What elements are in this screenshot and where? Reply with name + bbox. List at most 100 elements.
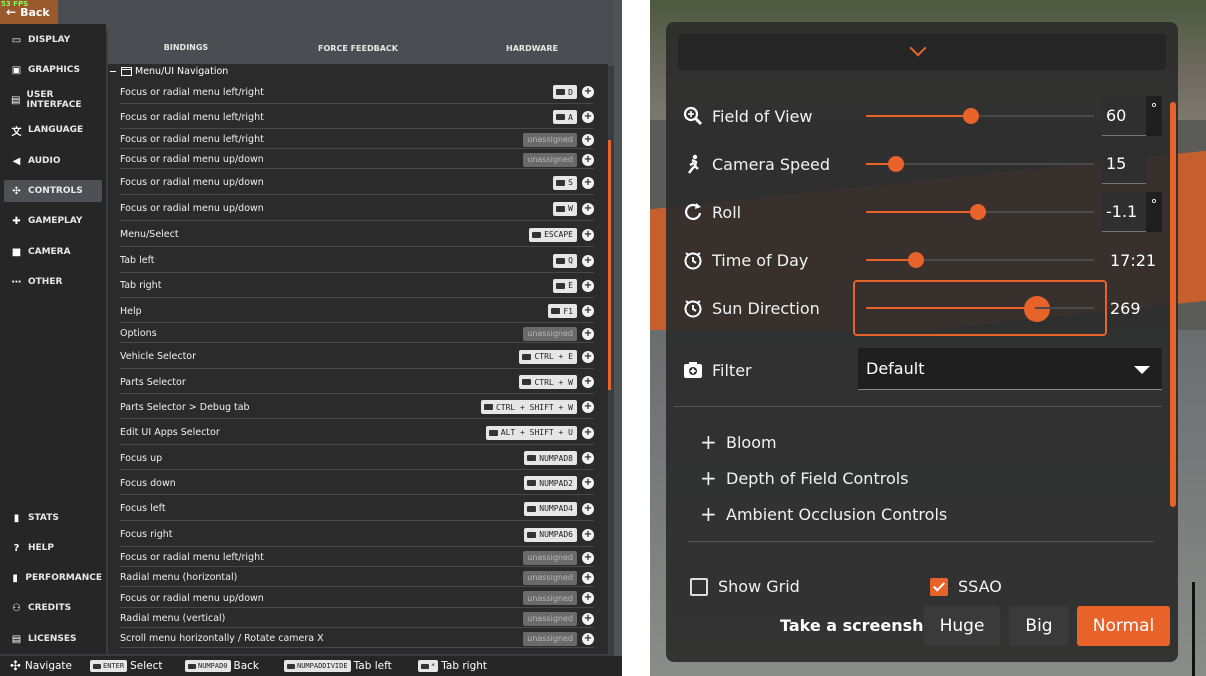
screenshot-normal-button[interactable]: Normal bbox=[1077, 606, 1170, 646]
binding-row[interactable]: Tab left Q + bbox=[120, 249, 594, 273]
add-binding-button[interactable]: + bbox=[582, 502, 594, 515]
roll-value-input[interactable]: -1.1 bbox=[1102, 192, 1146, 232]
tab-hardware[interactable]: HARDWARE bbox=[454, 30, 610, 66]
show-grid-checkbox[interactable] bbox=[690, 578, 708, 596]
sidebar-item-gameplay[interactable]: ✚ GAMEPLAY bbox=[4, 210, 102, 232]
add-binding-button[interactable]: + bbox=[582, 452, 594, 464]
time-of-day-slider[interactable] bbox=[866, 252, 1094, 268]
sidebar-item-other[interactable]: ⋯ OTHER bbox=[4, 271, 102, 293]
binding-row[interactable]: Vehicle Selector CTRL + E + bbox=[120, 345, 594, 369]
binding-key[interactable]: unassigned bbox=[523, 591, 577, 605]
binding-key[interactable]: S bbox=[553, 175, 577, 190]
sidebar-item-audio[interactable]: ◀ AUDIO bbox=[4, 150, 102, 172]
binding-key[interactable]: unassigned bbox=[523, 570, 577, 585]
add-binding-button[interactable]: + bbox=[582, 327, 594, 340]
group-header[interactable]: Menu/UI Navigation bbox=[108, 64, 608, 79]
roll-slider[interactable] bbox=[866, 204, 1094, 220]
camera-speed-value-input[interactable]: 15 bbox=[1102, 144, 1146, 184]
tab-bindings[interactable]: BINDINGS bbox=[108, 30, 264, 66]
ssao-checkbox[interactable] bbox=[930, 578, 948, 596]
sidebar-item-stats[interactable]: ▮ STATS bbox=[4, 507, 102, 529]
binding-row[interactable]: Focus left NUMPAD4 + bbox=[120, 497, 594, 521]
binding-row[interactable]: Focus or radial menu up/down W + bbox=[120, 197, 594, 221]
binding-row[interactable]: Options unassigned + bbox=[120, 325, 594, 343]
binding-row[interactable]: Edit UI Apps Selector ALT + SHIFT + U + bbox=[120, 421, 594, 445]
binding-row[interactable]: Focus or radial menu up/down unassigned + bbox=[120, 589, 594, 608]
sidebar-item-help[interactable]: ? HELP bbox=[4, 537, 102, 559]
binding-key[interactable]: NUMPAD6 bbox=[524, 527, 577, 542]
binding-row[interactable]: Radial menu (horizontal) unassigned + bbox=[120, 569, 594, 587]
sidebar-item-language[interactable]: 文 LANGUAGE bbox=[4, 119, 102, 141]
binding-row[interactable]: Parts Selector > Debug tab CTRL + SHIFT +… bbox=[120, 396, 594, 419]
add-binding-button[interactable]: + bbox=[582, 305, 594, 317]
binding-key[interactable]: NUMPAD4 bbox=[524, 501, 577, 516]
add-binding-button[interactable]: + bbox=[582, 153, 594, 166]
add-binding-button[interactable]: + bbox=[582, 426, 594, 439]
binding-row[interactable]: Focus up NUMPAD8 + bbox=[120, 447, 594, 470]
binding-key[interactable]: Q bbox=[553, 253, 577, 268]
add-binding-button[interactable]: + bbox=[582, 612, 594, 625]
filter-select[interactable]: Default bbox=[858, 348, 1162, 390]
list-scrollbar[interactable] bbox=[608, 140, 611, 390]
field-of-view-slider[interactable] bbox=[866, 108, 1094, 124]
sidebar-item-camera[interactable]: ■ CAMERA bbox=[4, 241, 102, 263]
slider-thumb[interactable] bbox=[908, 252, 925, 268]
binding-key[interactable]: CTRL + W bbox=[519, 375, 577, 389]
add-binding-button[interactable]: + bbox=[582, 86, 594, 98]
sidebar-item-credits[interactable]: ⚇ CREDITS bbox=[4, 597, 102, 619]
camera-speed-slider[interactable] bbox=[866, 156, 1094, 172]
sidebar-item-user-interface[interactable]: ▤ USER INTERFACE bbox=[4, 89, 102, 111]
add-binding-button[interactable]: + bbox=[582, 133, 594, 146]
binding-row[interactable]: Focus down NUMPAD2 + bbox=[120, 472, 594, 495]
ambient-occlusion-expander[interactable]: + Ambient Occlusion Controls bbox=[700, 500, 1000, 528]
add-binding-button[interactable]: + bbox=[582, 279, 594, 292]
sidebar-item-licenses[interactable]: ▤ LICENSES bbox=[4, 628, 102, 650]
binding-row[interactable]: Focus or radial menu left/right D + bbox=[120, 81, 594, 104]
binding-row[interactable]: Radial menu (vertical) unassigned + bbox=[120, 610, 594, 628]
add-binding-button[interactable]: + bbox=[582, 571, 594, 584]
sidebar-item-performance[interactable]: ▮ PERFORMANCE bbox=[4, 567, 102, 589]
binding-key[interactable]: D bbox=[553, 85, 577, 99]
screenshot-huge-button[interactable]: Huge bbox=[924, 606, 1000, 646]
add-binding-button[interactable]: + bbox=[582, 176, 594, 189]
binding-key[interactable]: ALT + SHIFT + U bbox=[485, 425, 577, 440]
collapse-panel-button[interactable] bbox=[678, 34, 1166, 70]
binding-key[interactable]: W bbox=[553, 201, 577, 216]
add-binding-button[interactable]: + bbox=[582, 202, 594, 215]
binding-key[interactable]: unassigned bbox=[523, 152, 577, 167]
binding-key[interactable]: unassigned bbox=[523, 631, 577, 646]
slider-thumb[interactable] bbox=[887, 156, 904, 172]
add-binding-button[interactable]: + bbox=[582, 254, 594, 267]
binding-row[interactable]: Focus or radial menu left/right A + bbox=[120, 106, 594, 129]
binding-key[interactable]: NUMPAD2 bbox=[524, 476, 577, 490]
binding-key[interactable]: unassigned bbox=[523, 132, 577, 147]
binding-row[interactable]: Focus or radial menu up/down unassigned + bbox=[120, 151, 594, 169]
add-binding-button[interactable]: + bbox=[582, 551, 594, 564]
binding-key[interactable]: unassigned bbox=[523, 550, 577, 565]
binding-row[interactable]: Focus or radial menu up/down S + bbox=[120, 171, 594, 195]
field-of-view-value-input[interactable]: 60 bbox=[1102, 96, 1146, 136]
binding-row[interactable]: Focus or radial menu left/right unassigne… bbox=[120, 549, 594, 567]
tab-force-feedback[interactable]: FORCE FEEDBACK bbox=[278, 30, 438, 66]
sidebar-item-display[interactable]: ▭ DISPLAY bbox=[4, 29, 102, 51]
binding-key[interactable]: F1 bbox=[548, 304, 577, 318]
slider-thumb[interactable] bbox=[962, 108, 979, 124]
add-binding-button[interactable]: + bbox=[582, 592, 594, 604]
add-binding-button[interactable]: + bbox=[582, 376, 594, 388]
depth-of-field-expander[interactable]: + Depth of Field Controls bbox=[700, 464, 1000, 492]
binding-key[interactable]: unassigned bbox=[523, 611, 577, 626]
bloom-expander[interactable]: + Bloom bbox=[700, 428, 1000, 456]
binding-key[interactable]: E bbox=[553, 278, 577, 293]
add-binding-button[interactable]: + bbox=[582, 528, 594, 541]
add-binding-button[interactable]: + bbox=[582, 111, 594, 123]
screenshot-big-button[interactable]: Big bbox=[1009, 606, 1069, 646]
binding-key[interactable]: CTRL + SHIFT + W bbox=[480, 400, 577, 414]
binding-key[interactable]: ESCAPE bbox=[529, 227, 577, 242]
binding-key[interactable]: CTRL + E bbox=[519, 349, 577, 364]
binding-key[interactable]: unassigned bbox=[523, 326, 577, 341]
add-binding-button[interactable]: + bbox=[582, 401, 594, 413]
add-binding-button[interactable]: + bbox=[582, 350, 594, 363]
sidebar-item-controls[interactable]: ✣ CONTROLS bbox=[4, 180, 102, 202]
binding-key[interactable]: NUMPAD8 bbox=[524, 451, 577, 465]
binding-row[interactable]: Help F1 + bbox=[120, 300, 594, 323]
